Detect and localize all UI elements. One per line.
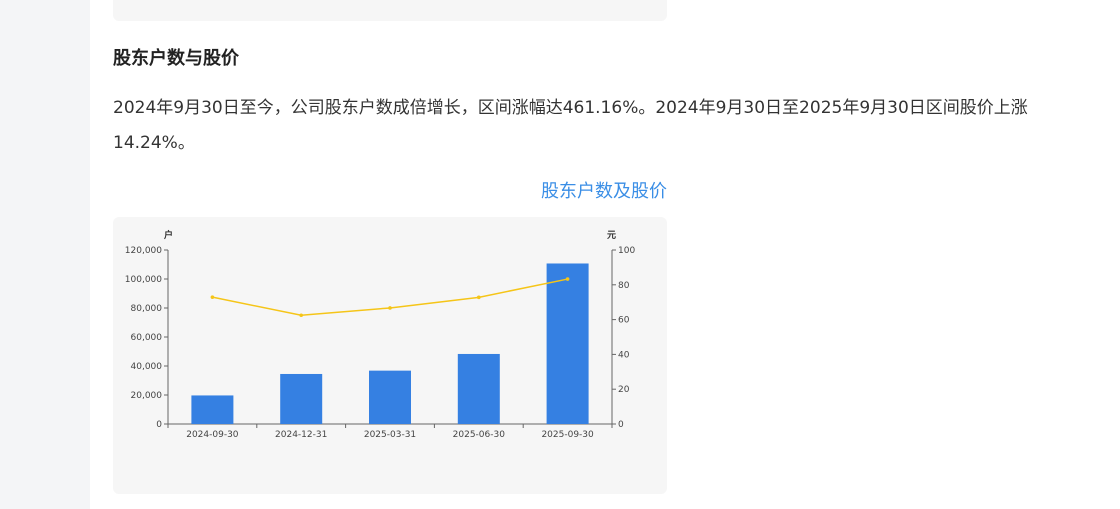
y-left-tick-label: 20,000 [131, 391, 163, 401]
y-left-tick-label: 0 [156, 420, 162, 430]
y-left-unit: 户 [164, 229, 173, 241]
x-tick-label: 2025-09-30 [541, 430, 594, 440]
y-left-tick-label: 120,000 [125, 246, 162, 256]
y-left-tick-label: 40,000 [131, 362, 163, 372]
price-point [565, 277, 570, 281]
x-tick-label: 2025-06-30 [453, 430, 506, 440]
price-point [299, 313, 304, 318]
y-right-tick-label: 60 [618, 316, 630, 326]
bar [457, 353, 500, 424]
y-right-tick-label: 100 [618, 246, 635, 256]
price-line [212, 278, 568, 317]
y-right-tick-label: 40 [618, 350, 630, 360]
x-tick-label: 2025-03-31 [364, 430, 416, 440]
price-point [388, 306, 392, 310]
bar [546, 263, 589, 424]
bar [280, 373, 323, 424]
y-left-tick-label: 100,000 [125, 275, 162, 285]
y-left-tick-label: 60,000 [131, 333, 163, 343]
price-point [477, 295, 481, 300]
y-right-unit: 元 [607, 230, 616, 241]
price-point [210, 295, 215, 299]
y-right-tick-label: 80 [618, 281, 630, 291]
y-left-tick-label: 80,000 [131, 304, 163, 314]
x-tick-label: 2024-12-31 [275, 430, 327, 440]
bar [369, 370, 411, 424]
x-tick-label: 2024-09-30 [186, 430, 239, 440]
y-right-tick-label: 0 [618, 420, 624, 430]
line-series [210, 277, 570, 318]
shareholder-price-chart: 户 元 0 20,000 40,000 60,000 80,000 100,000 120,… [125, 229, 636, 440]
y-right-tick-label: 20 [618, 385, 630, 395]
bar [191, 395, 234, 424]
